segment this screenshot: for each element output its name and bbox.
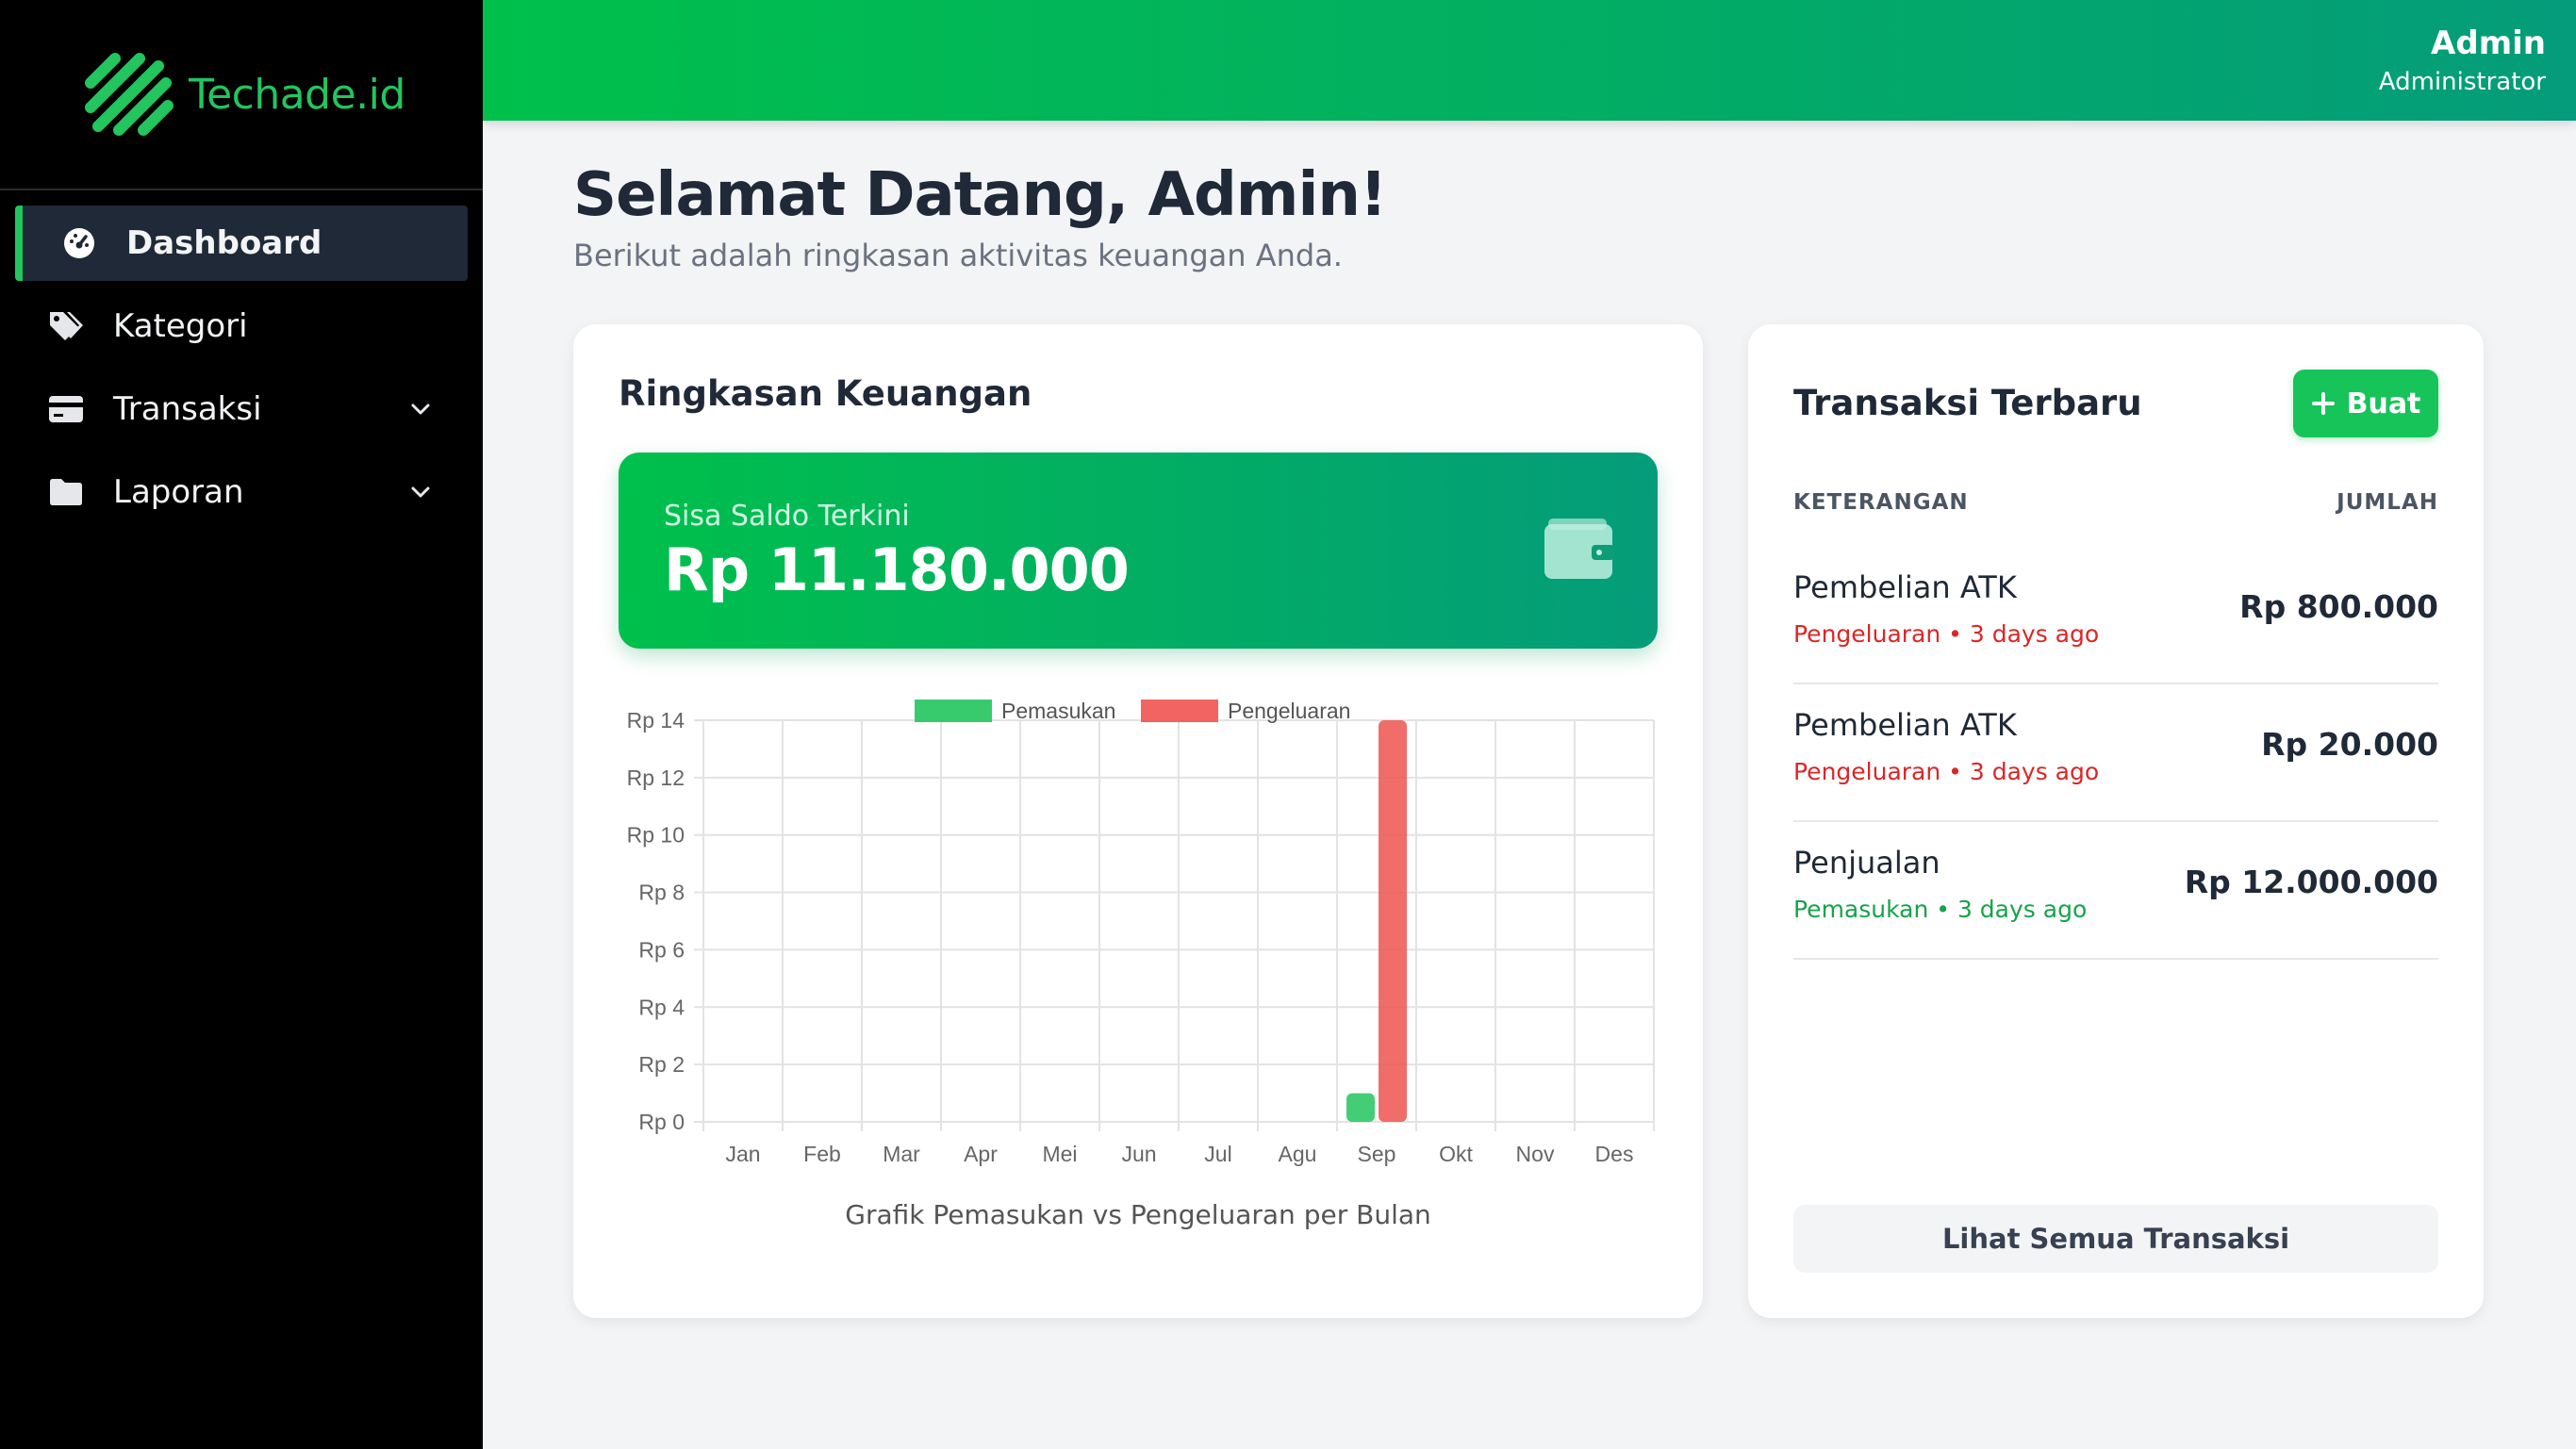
page-title: Selamat Datang, Admin! [573, 160, 1387, 230]
x-tick-label: Apr [964, 1142, 998, 1166]
x-tick-label: Mei [1042, 1142, 1077, 1166]
chevron-down-icon[interactable] [407, 396, 434, 422]
balance-value: Rp 11.180.000 [664, 535, 1130, 604]
sidebar-item-label: Laporan [113, 473, 244, 511]
legend-label: Pengeluaran [1228, 699, 1350, 723]
sidebar: Techade.id Dashboard Kategori Transaksi [0, 0, 483, 1449]
transaction-amount: Rp 800.000 [2239, 588, 2438, 625]
x-tick-label: Sep [1358, 1142, 1396, 1166]
recent-transactions-card: Transaksi Terbaru Buat KETERANGAN JUMLAH… [1748, 324, 2484, 1318]
y-tick-label: Rp 8 [638, 881, 685, 905]
x-tick-label: Jun [1121, 1142, 1156, 1166]
create-button-label: Buat [2346, 387, 2421, 420]
transaction-name: Pembelian ATK [1793, 707, 2017, 743]
wallet-icon [1544, 519, 1614, 579]
x-tick-label: Feb [803, 1142, 841, 1166]
x-tick-label: Mar [883, 1142, 920, 1166]
brand[interactable]: Techade.id [0, 0, 483, 190]
column-header-description: KETERANGAN [1793, 490, 1969, 515]
sidebar-nav: Dashboard Kategori Transaksi Laporan [0, 190, 483, 530]
sidebar-item-dashboard[interactable]: Dashboard [15, 206, 468, 281]
transaction-name: Penjualan [1793, 845, 1940, 881]
user-role: Administrator [2378, 68, 2546, 96]
transaction-meta: Pengeluaran • 3 days ago [1793, 620, 2100, 648]
bar-pemasukan-sep [1346, 1093, 1375, 1122]
transaction-row[interactable]: Pembelian ATK Pengeluaran • 3 days ago R… [1793, 547, 2438, 684]
sidebar-item-transaksi[interactable]: Transaksi [15, 371, 468, 447]
sidebar-item-label: Kategori [113, 307, 248, 345]
transaction-row[interactable]: Pembelian ATK Pengeluaran • 3 days ago R… [1793, 684, 2438, 822]
x-tick-label: Des [1595, 1142, 1634, 1166]
y-tick-label: Rp 4 [638, 995, 685, 1019]
brand-name: Techade.id [189, 70, 405, 119]
transaction-amount: Rp 12.000.000 [2184, 864, 2438, 900]
credit-card-icon [47, 390, 85, 428]
summary-title: Ringkasan Keuangan [619, 373, 1032, 414]
x-tick-label: Agu [1279, 1142, 1317, 1166]
income-expense-chart: Rp 0 Rp 2 Rp 4 Rp 6 Rp 8 Rp 10 Rp 12 Rp 14 Jan Fe… [627, 699, 1655, 1230]
column-header-amount: JUMLAH [2337, 490, 2438, 515]
bar-pengeluaran-sep [1379, 720, 1407, 1122]
sidebar-item-label: Transaksi [113, 390, 262, 428]
x-tick-label: Okt [1439, 1142, 1473, 1166]
chart-caption: Grafik Pemasukan vs Pengeluaran per Bula… [845, 1199, 1431, 1230]
y-tick-label: Rp 6 [638, 937, 685, 962]
legend-label: Pemasukan [1001, 699, 1115, 723]
transaction-meta: Pengeluaran • 3 days ago [1793, 758, 2100, 785]
user-name: Admin [2431, 25, 2546, 62]
plus-icon [2311, 392, 2335, 415]
gauge-icon [60, 224, 98, 262]
y-tick-label: Rp 12 [627, 766, 685, 790]
sidebar-item-kategori[interactable]: Kategori [15, 288, 468, 364]
y-tick-label: Rp 2 [638, 1052, 685, 1077]
view-all-transactions-button[interactable]: Lihat Semua Transaksi [1793, 1205, 2438, 1273]
sidebar-item-laporan[interactable]: Laporan [15, 454, 468, 530]
brand-logo-icon [85, 53, 174, 136]
tag-icon [47, 307, 85, 345]
x-tick-label: Jan [725, 1142, 760, 1166]
transaction-amount: Rp 20.000 [2261, 726, 2438, 763]
topbar: Admin Administrator [483, 0, 2576, 121]
legend-swatch [915, 700, 992, 722]
create-transaction-button[interactable]: Buat [2293, 370, 2438, 437]
legend-swatch [1141, 700, 1218, 722]
transaction-row[interactable]: Penjualan Pemasukan • 3 days ago Rp 12.0… [1793, 822, 2438, 960]
balance-label: Sisa Saldo Terkini [664, 500, 910, 533]
chevron-down-icon[interactable] [407, 479, 434, 505]
x-tick-label: Jul [1204, 1142, 1231, 1166]
transaction-meta: Pemasukan • 3 days ago [1793, 896, 2088, 923]
x-tick-label: Nov [1516, 1142, 1555, 1166]
folder-icon [47, 473, 85, 511]
y-tick-label: Rp 0 [638, 1110, 685, 1134]
balance-card: Sisa Saldo Terkini Rp 11.180.000 [619, 453, 1658, 649]
sidebar-item-label: Dashboard [126, 224, 322, 262]
y-tick-label: Rp 10 [627, 823, 685, 848]
summary-card: Ringkasan Keuangan Sisa Saldo Terkini Rp… [573, 324, 1703, 1318]
page-subtitle: Berikut adalah ringkasan aktivitas keuan… [573, 238, 1343, 273]
user-menu[interactable]: Admin Administrator [2379, 25, 2546, 96]
y-tick-label: Rp 14 [627, 708, 685, 733]
recent-title: Transaksi Terbaru [1793, 383, 2142, 423]
transaction-name: Pembelian ATK [1793, 569, 2017, 605]
